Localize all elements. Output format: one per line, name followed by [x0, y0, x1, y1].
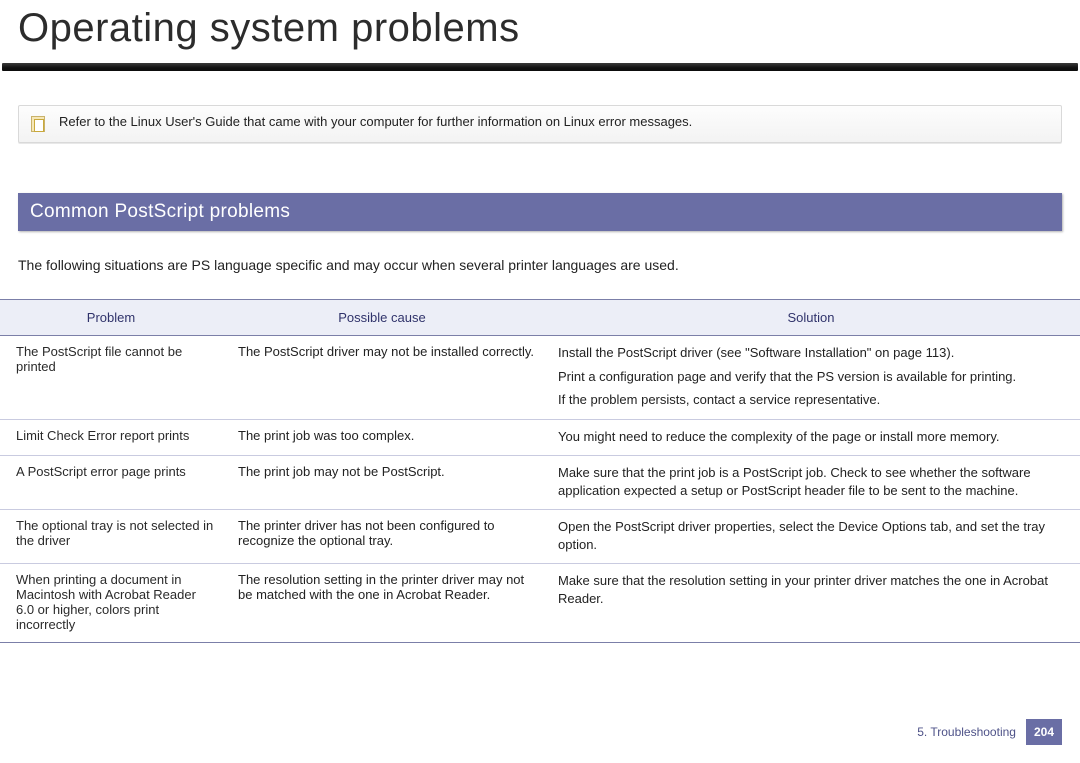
table-row: Limit Check Error report printsThe print… — [0, 419, 1080, 456]
cell-solution: Make sure that the print job is a PostSc… — [542, 456, 1080, 510]
solution-item: Open the PostScript driver properties, s… — [558, 518, 1072, 553]
footer-chapter: 5. Troubleshooting — [917, 725, 1016, 739]
note-box: Refer to the Linux User's Guide that cam… — [18, 105, 1062, 143]
table-row: The PostScript file cannot be printedThe… — [0, 336, 1080, 420]
page-title: Operating system problems — [0, 0, 1080, 63]
table-row: The optional tray is not selected in the… — [0, 510, 1080, 564]
cell-solution: Install the PostScript driver (see "Soft… — [542, 336, 1080, 420]
section-header: Common PostScript problems — [18, 193, 1062, 231]
table-row: A PostScript error page printsThe print … — [0, 456, 1080, 510]
th-solution: Solution — [542, 300, 1080, 336]
cell-cause: The print job was too complex. — [222, 419, 542, 456]
cell-cause: The PostScript driver may not be install… — [222, 336, 542, 420]
solution-item: Make sure that the resolution setting in… — [558, 572, 1072, 607]
cell-problem: The PostScript file cannot be printed — [0, 336, 222, 420]
section-intro: The following situations are PS language… — [18, 257, 1062, 273]
solution-item: Install the PostScript driver (see "Soft… — [558, 344, 1072, 362]
th-cause: Possible cause — [222, 300, 542, 336]
solution-item: If the problem persists, contact a servi… — [558, 391, 1072, 409]
th-problem: Problem — [0, 300, 222, 336]
cell-cause: The printer driver has not been configur… — [222, 510, 542, 564]
cell-solution: You might need to reduce the complexity … — [542, 419, 1080, 456]
footer-page-number: 204 — [1026, 719, 1062, 745]
cell-solution: Open the PostScript driver properties, s… — [542, 510, 1080, 564]
note-icon — [29, 114, 47, 134]
solution-item: Make sure that the print job is a PostSc… — [558, 464, 1072, 499]
cell-solution: Make sure that the resolution setting in… — [542, 564, 1080, 643]
postscript-problems-table: Problem Possible cause Solution The Post… — [0, 299, 1080, 643]
solution-item: You might need to reduce the complexity … — [558, 428, 1072, 446]
cell-cause: The resolution setting in the printer dr… — [222, 564, 542, 643]
table-row: When printing a document in Macintosh wi… — [0, 564, 1080, 643]
title-divider — [2, 63, 1078, 71]
cell-cause: The print job may not be PostScript. — [222, 456, 542, 510]
note-text: Refer to the Linux User's Guide that cam… — [59, 114, 692, 129]
page-footer: 5. Troubleshooting 204 — [917, 719, 1062, 745]
cell-problem: The optional tray is not selected in the… — [0, 510, 222, 564]
cell-problem: When printing a document in Macintosh wi… — [0, 564, 222, 643]
solution-item: Print a configuration page and verify th… — [558, 368, 1072, 386]
cell-problem: Limit Check Error report prints — [0, 419, 222, 456]
cell-problem: A PostScript error page prints — [0, 456, 222, 510]
